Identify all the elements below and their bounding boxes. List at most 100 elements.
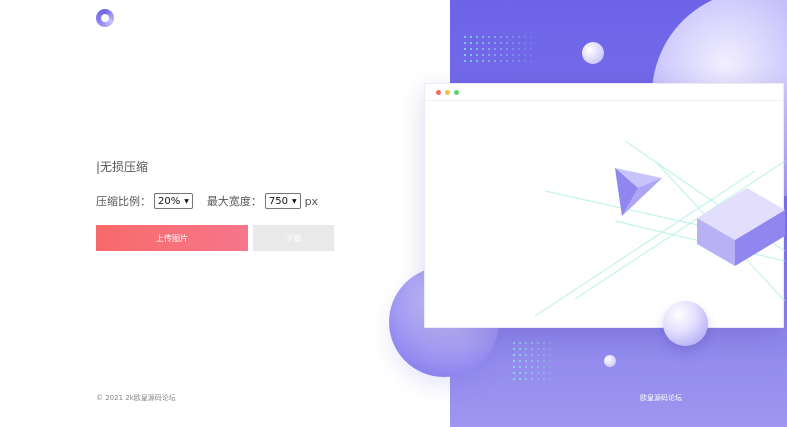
dot-decoration (524, 48, 526, 50)
dot-decoration (464, 36, 466, 38)
dot-decoration (531, 372, 533, 374)
dot-decoration (518, 60, 520, 62)
dot-decoration (537, 372, 539, 374)
dot-decoration (488, 60, 490, 62)
dot-decoration (464, 42, 466, 44)
dot-decoration (531, 378, 533, 380)
width-value: 750 (268, 195, 288, 207)
dot-decoration (464, 54, 466, 56)
dot-decoration (531, 360, 533, 362)
footer-brand: 欧皇源码论坛 (640, 394, 682, 402)
dot-decoration (519, 366, 521, 368)
dot-decoration (506, 48, 508, 50)
width-select[interactable]: 750 ▼ (264, 193, 301, 209)
dot-decoration (500, 36, 502, 38)
dot-decoration (525, 372, 527, 374)
dot-decoration (513, 372, 515, 374)
copyright-text: © 2021 2k欧皇源码论坛 (96, 394, 176, 402)
dot-decoration (543, 342, 545, 344)
dot-decoration (518, 48, 520, 50)
dot-decoration (549, 378, 551, 380)
dot-decoration (525, 360, 527, 362)
dot-decoration (530, 42, 532, 44)
dot-decoration (549, 342, 551, 344)
dot-decoration (494, 60, 496, 62)
dot-decoration (531, 354, 533, 356)
dot-decoration (543, 360, 545, 362)
dot-decoration (512, 54, 514, 56)
dot-decoration (494, 36, 496, 38)
dot-decoration (513, 360, 515, 362)
dot-decoration (488, 36, 490, 38)
dot-decoration (549, 372, 551, 374)
dot-decoration (537, 360, 539, 362)
dot-decoration (537, 342, 539, 344)
page-title: |无损压缩 (96, 160, 149, 174)
width-label: 最大宽度： (206, 195, 262, 208)
dot-decoration (513, 366, 515, 368)
dot-decoration (519, 372, 521, 374)
dot-decoration (525, 366, 527, 368)
dot-decoration (512, 42, 514, 44)
dot-decoration (476, 54, 478, 56)
width-unit: px (304, 194, 319, 208)
dot-decoration (524, 54, 526, 56)
dot-decoration (518, 54, 520, 56)
ring-logo-icon (96, 9, 114, 27)
dot-decoration (524, 60, 526, 62)
dot-decoration (512, 48, 514, 50)
dot-decoration (464, 48, 466, 50)
dot-decoration (470, 54, 472, 56)
cube-decoration (697, 188, 785, 266)
dot-decoration (530, 48, 532, 50)
dot-decoration (549, 366, 551, 368)
dot-decoration (530, 60, 532, 62)
dot-decoration (506, 54, 508, 56)
ratio-value: 20% (158, 195, 181, 207)
caret-down-icon: ▼ (291, 197, 297, 205)
dot-decoration (537, 348, 539, 350)
window-close-dot-icon (436, 90, 441, 95)
dot-decoration (549, 354, 551, 356)
dot-decoration (470, 60, 472, 62)
dot-decoration (476, 36, 478, 38)
dot-decoration (531, 348, 533, 350)
dot-decoration (519, 378, 521, 380)
dot-decoration (549, 360, 551, 362)
dot-decoration (519, 360, 521, 362)
dot-decoration (500, 48, 502, 50)
dot-decoration (524, 36, 526, 38)
dot-decoration (519, 348, 521, 350)
dot-decoration (513, 354, 515, 356)
dot-decoration (549, 348, 551, 350)
dot-decoration (476, 60, 478, 62)
dot-decoration (512, 60, 514, 62)
dot-decoration (543, 354, 545, 356)
dot-decoration (543, 348, 545, 350)
dot-decoration (513, 342, 515, 344)
dot-decoration (494, 42, 496, 44)
dot-decoration (470, 36, 472, 38)
dot-decoration (500, 42, 502, 44)
dot-decoration (543, 378, 545, 380)
dot-decoration (506, 36, 508, 38)
dot-decoration (476, 42, 478, 44)
download-button[interactable]: 下载 (253, 225, 334, 251)
window-maximize-dot-icon (454, 90, 459, 95)
upload-image-button[interactable]: 上传图片 (96, 225, 248, 251)
dot-decoration (512, 36, 514, 38)
dot-decoration (494, 48, 496, 50)
dot-decoration (530, 54, 532, 56)
caret-down-icon: ▼ (184, 197, 189, 205)
dot-decoration (524, 42, 526, 44)
dot-decoration (482, 54, 484, 56)
dot-decoration (464, 60, 466, 62)
dot-decoration (476, 48, 478, 50)
page: |无损压缩 压缩比例： 20% ▼ 最大宽度： 750 ▼ px 上传图片 下载… (0, 0, 787, 427)
dot-decoration (488, 48, 490, 50)
dot-decoration (543, 372, 545, 374)
window-minimize-dot-icon (445, 90, 450, 95)
dot-decoration (518, 42, 520, 44)
dot-decoration (488, 42, 490, 44)
ratio-select[interactable]: 20% ▼ (154, 193, 193, 209)
